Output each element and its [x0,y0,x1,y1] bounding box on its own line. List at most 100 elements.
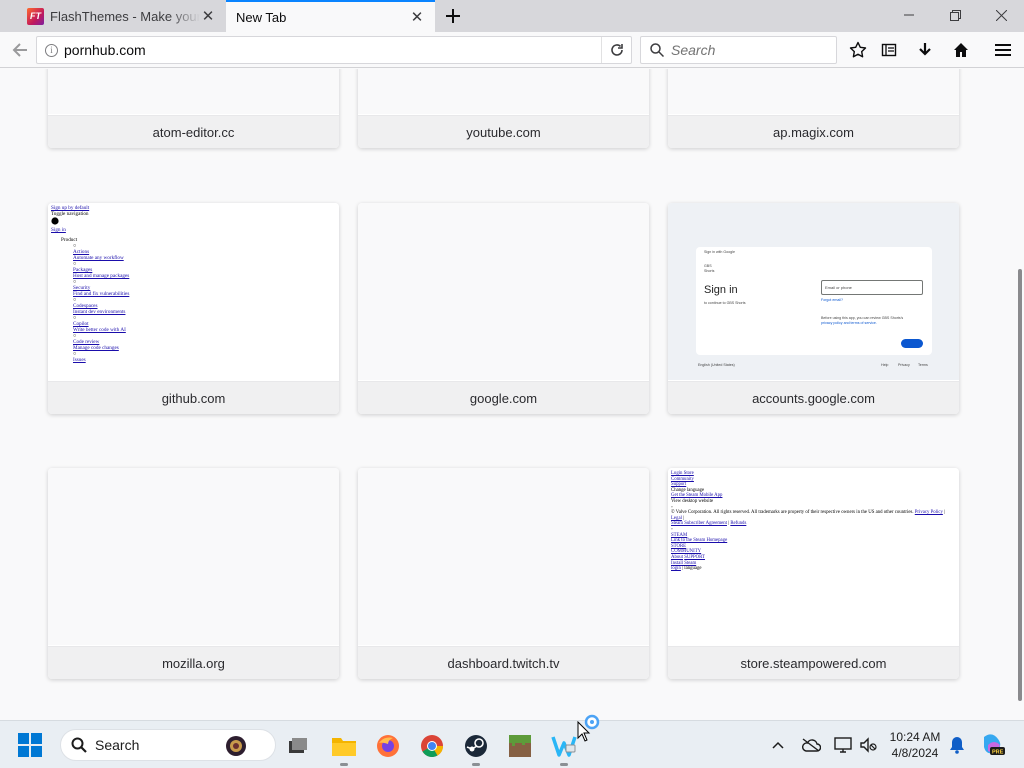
preview-text: Issues [73,357,86,363]
minecraft-app[interactable] [503,729,537,763]
top-site-tile[interactable]: mozilla.org [48,468,339,679]
site-label: mozilla.org [48,646,339,679]
preview-text: Privacy [898,363,910,367]
taskbar-search-box[interactable]: Search [60,729,276,761]
firefox-app[interactable] [371,729,405,763]
back-button[interactable] [8,38,32,62]
tab-title: New Tab [236,9,287,25]
preview-text: Terms [918,363,928,367]
downloads-button[interactable] [912,38,938,62]
wondershare-app[interactable] [547,729,581,766]
search-input[interactable] [671,42,831,58]
firefox-icon [377,735,399,757]
github-page-preview: Sign up by default Toggle navigation Sig… [48,203,339,380]
top-site-tile[interactable]: google.com [358,203,649,414]
close-window-button[interactable] [978,0,1024,30]
site-thumbnail: Sign up by default Toggle navigation Sig… [48,203,339,380]
tab-new-tab[interactable]: New Tab ✕ [226,0,435,32]
signin-card: Sign in with Google GBS Shorts Sign in t… [696,247,932,355]
taskbar-search-label: Search [95,737,140,753]
back-arrow-icon [12,43,27,57]
navigation-toolbar: i pornhub.com [0,32,1024,68]
close-tab-icon[interactable]: ✕ [409,9,425,26]
show-hidden-icons-button[interactable] [766,733,790,757]
minimize-button[interactable] [886,0,932,30]
reload-button[interactable] [601,37,631,63]
wondershare-icon [551,736,577,757]
site-thumbnail [358,468,649,645]
new-tab-button[interactable] [440,4,466,28]
site-label: atom-editor.cc [48,115,339,148]
site-label: youtube.com [358,115,649,148]
network-monitor-icon [834,737,852,753]
site-label: dashboard.twitch.tv [358,646,649,679]
file-explorer-app[interactable] [327,729,361,766]
folder-icon [332,738,356,756]
windows-logo-icon [18,733,42,757]
site-label: store.steampowered.com [668,646,959,679]
bell-icon [950,737,964,754]
preview-text: Sign in with Google [704,250,735,254]
home-button[interactable] [948,38,974,62]
volume-tray[interactable] [856,733,880,757]
top-site-tile[interactable]: Login Store Community Support Change lan… [668,468,959,679]
site-thumbnail [358,69,649,114]
restore-button[interactable] [932,0,978,30]
top-site-tile[interactable]: Sign up by default Toggle navigation Sig… [48,203,339,414]
start-button[interactable] [14,729,46,761]
search-icon [649,42,665,58]
search-bar[interactable] [640,36,837,64]
steam-app[interactable] [459,729,493,766]
site-label: google.com [358,381,649,414]
menu-button[interactable] [990,38,1016,62]
minimize-icon [904,14,914,16]
mouse-cursor [577,714,603,746]
loading-ring-icon [584,714,600,730]
preview-text: Before using this app, you can review GB… [821,316,904,320]
bookmark-star-button[interactable] [845,38,871,62]
running-indicator [560,763,568,766]
preview-text: © Valve Corporation. All rights reserved… [671,510,946,521]
copilot-pre-icon: PRE [984,734,1005,756]
copilot-button[interactable]: PRE [978,733,1008,757]
preview-text: privacy policy and terms of service. [821,321,877,325]
svg-text:PRE: PRE [992,750,1004,756]
preview-text: login | language [671,566,702,572]
tab-flashthemes[interactable]: FT FlashThemes - Make your o ✕ [17,0,226,32]
url-text[interactable]: pornhub.com [64,42,601,58]
site-info-icon[interactable]: i [45,43,58,57]
download-arrow-icon [919,43,931,56]
reader-list-icon [881,43,897,57]
top-site-tile[interactable]: youtube.com [358,69,649,148]
top-site-tile[interactable]: atom-editor.cc [48,69,339,148]
library-button[interactable] [876,38,902,62]
vertical-scrollbar[interactable] [1018,269,1022,701]
hamburger-menu-icon [995,44,1011,56]
task-view-icon [289,738,307,753]
onedrive-tray[interactable] [799,733,823,757]
running-indicator [340,763,348,766]
close-tab-icon[interactable]: ✕ [200,8,216,25]
top-site-tile[interactable]: dashboard.twitch.tv [358,468,649,679]
chrome-app[interactable] [415,729,449,763]
restore-icon [949,9,961,21]
close-icon [995,9,1007,21]
network-tray[interactable] [831,733,855,757]
preview-input: Email or phone [821,280,923,295]
flashthemes-favicon-icon: FT [27,7,44,25]
top-site-tile[interactable]: ap.magix.com [668,69,959,148]
system-clock[interactable]: 10:24 AM 4/8/2024 [880,729,950,761]
site-thumbnail [48,468,339,645]
plus-icon [446,9,460,23]
top-site-tile[interactable]: Sign in with Google GBS Shorts Sign in t… [668,203,959,414]
tab-strip: FT FlashThemes - Make your o ✕ New Tab ✕ [0,0,1024,32]
notifications-button[interactable] [945,733,969,757]
task-view-button[interactable] [281,729,315,763]
site-label: ap.magix.com [668,115,959,148]
preview-title: Sign in [704,284,738,296]
tab-title: FlashThemes - Make your o [50,8,200,24]
steam-icon [465,735,487,757]
site-thumbnail [668,69,959,114]
star-icon [849,41,867,58]
url-bar[interactable]: i pornhub.com [36,36,632,64]
